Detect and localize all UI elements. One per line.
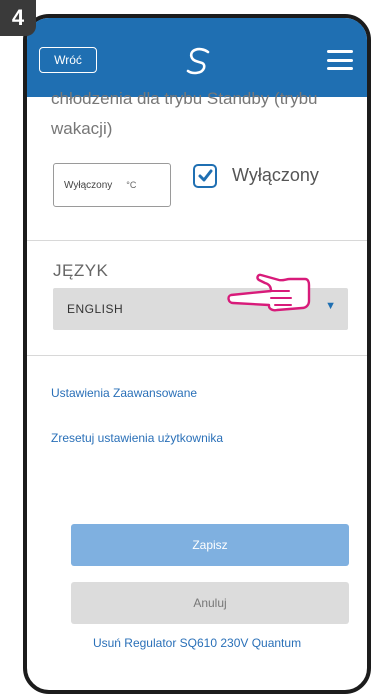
- remove-device-link[interactable]: Usuń Regulator SQ610 230V Quantum: [27, 636, 367, 650]
- cancel-button[interactable]: Anuluj: [71, 582, 349, 624]
- settings-content: chłodzenia dla trybu Standby (trybu waka…: [27, 89, 367, 690]
- standby-off-checkbox[interactable]: [193, 164, 217, 188]
- app-header: Wróć: [27, 18, 367, 97]
- section-divider: [27, 355, 367, 356]
- temp-unit-label: °C: [126, 180, 137, 190]
- language-label: JĘZYK: [53, 261, 109, 280]
- step-number-badge: 4: [0, 0, 36, 36]
- standby-off-label: Wyłączony: [232, 165, 319, 185]
- dropdown-arrow-icon: ▼: [325, 300, 336, 312]
- standby-description: wakacji): [51, 119, 113, 138]
- advanced-settings-link[interactable]: Ustawienia Zaawansowane: [51, 386, 197, 400]
- standby-description-cut: chłodzenia dla trybu Standby (trybu: [51, 89, 318, 108]
- reset-user-settings-link[interactable]: Zresetuj ustawienia użytkownika: [51, 431, 223, 445]
- salus-s-logo-icon[interactable]: [182, 46, 216, 76]
- check-icon: [198, 169, 213, 182]
- language-selected-value: ENGLISH: [67, 302, 124, 316]
- phone-frame: Wróć chłodzenia dla trybu Standby (trybu…: [23, 14, 371, 694]
- section-divider: [27, 240, 367, 241]
- save-button[interactable]: Zapisz: [71, 524, 349, 566]
- pointing-hand-icon: [227, 273, 311, 312]
- back-button[interactable]: Wróć: [39, 47, 97, 73]
- hamburger-menu-icon[interactable]: [327, 50, 353, 70]
- standby-temp-field[interactable]: Wyłączony °C: [53, 163, 171, 207]
- standby-temp-value: Wyłączony: [64, 179, 113, 191]
